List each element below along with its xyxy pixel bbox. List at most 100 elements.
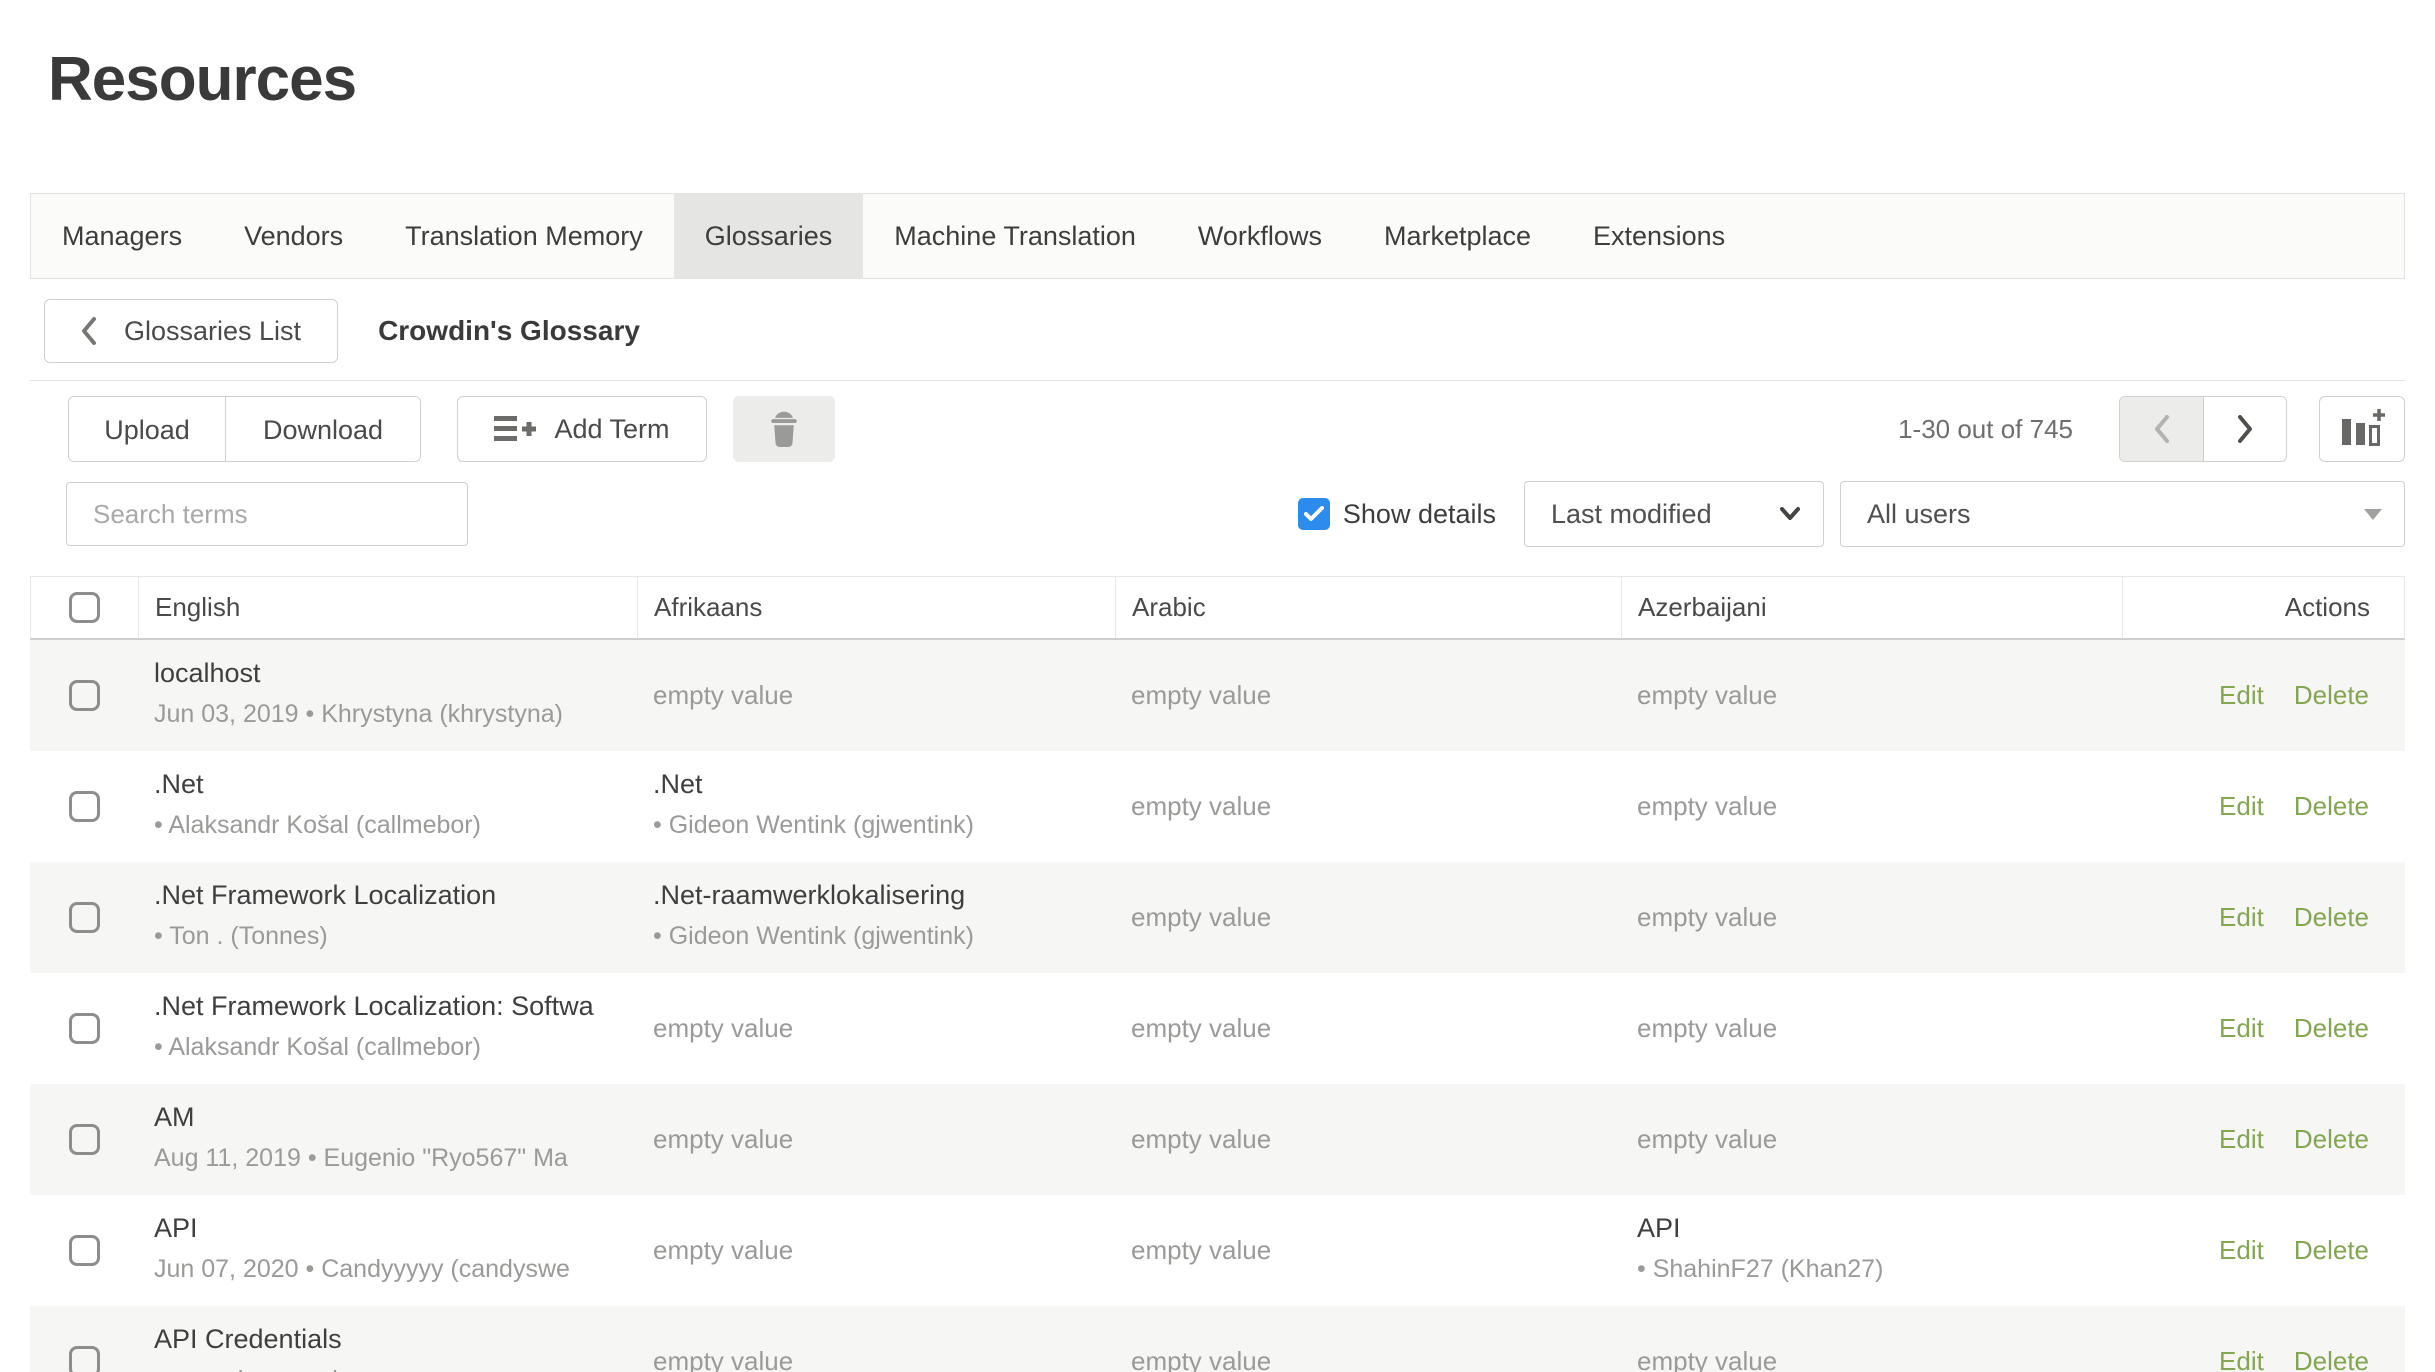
- table-header: English Afrikaans Arabic Azerbaijani Act…: [30, 576, 2405, 640]
- edit-link[interactable]: Edit: [2219, 680, 2264, 711]
- row-checkbox[interactable]: [69, 680, 100, 711]
- row-checkbox[interactable]: [69, 902, 100, 933]
- cell-arabic: empty value: [1115, 640, 1621, 751]
- term-meta: • powerburner-nl: [154, 1365, 621, 1372]
- table-row: localhost Jun 03, 2019 • Khrystyna (khry…: [30, 640, 2405, 751]
- edit-link[interactable]: Edit: [2219, 1124, 2264, 1155]
- row-checkbox[interactable]: [69, 1124, 100, 1155]
- header-checkbox-cell: [31, 577, 139, 638]
- tab-glossaries[interactable]: Glossaries: [674, 194, 864, 278]
- users-select[interactable]: All users: [1840, 481, 2405, 547]
- term-text: .Net: [653, 768, 1099, 800]
- add-term-button[interactable]: Add Term: [457, 396, 707, 462]
- chevron-left-icon: [81, 316, 97, 346]
- cell-afrikaans: empty value: [637, 640, 1115, 751]
- tab-managers[interactable]: Managers: [31, 194, 213, 278]
- cell-english: .Net Framework Localization: Softwa • Al…: [138, 973, 637, 1084]
- cell-azerbaijani: empty value: [1621, 1306, 2122, 1372]
- edit-link[interactable]: Edit: [2219, 1013, 2264, 1044]
- table-row: AM Aug 11, 2019 • Eugenio "Ryo567" Ma em…: [30, 1084, 2405, 1195]
- cell-afrikaans: .Net-raamwerklokalisering • Gideon Wenti…: [637, 862, 1115, 973]
- term-meta: • Ton . (Tonnes): [154, 921, 621, 951]
- upload-download-group: Upload Download: [68, 396, 421, 462]
- delete-selected-button[interactable]: [733, 396, 835, 462]
- pager: [2119, 396, 2287, 462]
- chevron-left-icon: [2153, 413, 2171, 445]
- sort-select-value: Last modified: [1551, 499, 1712, 530]
- cell-actions: Edit Delete: [2122, 1195, 2405, 1306]
- term-text: API Credentials: [154, 1323, 621, 1355]
- add-term-icon: [494, 414, 538, 444]
- cell-arabic: empty value: [1115, 1195, 1621, 1306]
- delete-link[interactable]: Delete: [2294, 1013, 2369, 1044]
- term-text: .Net Framework Localization: Softwa: [154, 990, 621, 1022]
- tab-workflows[interactable]: Workflows: [1167, 194, 1353, 278]
- download-button[interactable]: Download: [225, 397, 420, 462]
- cell-english: API Credentials • powerburner-nl: [138, 1306, 637, 1372]
- row-checkbox[interactable]: [69, 1235, 100, 1266]
- tab-vendors[interactable]: Vendors: [213, 194, 374, 278]
- cell-arabic: empty value: [1115, 751, 1621, 862]
- cell-arabic: empty value: [1115, 973, 1621, 1084]
- cell-arabic: empty value: [1115, 1084, 1621, 1195]
- show-details-label: Show details: [1343, 499, 1496, 530]
- tab-machine-translation[interactable]: Machine Translation: [863, 194, 1167, 278]
- chevron-right-icon: [2236, 413, 2254, 445]
- row-checkbox[interactable]: [69, 791, 100, 822]
- delete-link[interactable]: Delete: [2294, 1124, 2369, 1155]
- row-checkbox[interactable]: [69, 1346, 100, 1372]
- glossary-table: English Afrikaans Arabic Azerbaijani Act…: [30, 576, 2405, 1372]
- edit-link[interactable]: Edit: [2219, 902, 2264, 933]
- cell-english: .Net • Alaksandr Košal (callmebor): [138, 751, 637, 862]
- cell-azerbaijani: empty value: [1621, 751, 2122, 862]
- upload-button[interactable]: Upload: [69, 397, 225, 462]
- pagination-info: 1-30 out of 745: [1898, 414, 2073, 445]
- term-text: API: [1637, 1212, 2106, 1244]
- cell-afrikaans: empty value: [637, 1306, 1115, 1372]
- cell-arabic: empty value: [1115, 862, 1621, 973]
- edit-link[interactable]: Edit: [2219, 791, 2264, 822]
- tab-translation-memory[interactable]: Translation Memory: [374, 194, 674, 278]
- next-page-button[interactable]: [2203, 397, 2286, 461]
- edit-link[interactable]: Edit: [2219, 1346, 2264, 1372]
- show-details-checkbox[interactable]: [1298, 498, 1330, 530]
- triangle-down-icon: [2364, 509, 2382, 520]
- term-meta: • Gideon Wentink (gjwentink): [653, 921, 1099, 951]
- table-row: API Credentials • powerburner-nl empty v…: [30, 1306, 2405, 1372]
- cell-english: localhost Jun 03, 2019 • Khrystyna (khry…: [138, 640, 637, 751]
- cell-azerbaijani: empty value: [1621, 1084, 2122, 1195]
- edit-link[interactable]: Edit: [2219, 1235, 2264, 1266]
- cell-afrikaans: empty value: [637, 1084, 1115, 1195]
- delete-link[interactable]: Delete: [2294, 1235, 2369, 1266]
- filters-right: Show details Last modified All users: [1298, 481, 2405, 547]
- delete-link[interactable]: Delete: [2294, 680, 2369, 711]
- row-checkbox[interactable]: [69, 1013, 100, 1044]
- term-text: AM: [154, 1101, 621, 1133]
- term-meta: • ShahinF27 (Khan27): [1637, 1254, 2106, 1284]
- tab-marketplace[interactable]: Marketplace: [1353, 194, 1562, 278]
- select-all-checkbox[interactable]: [69, 592, 100, 623]
- trash-icon: [766, 409, 802, 449]
- manage-columns-button[interactable]: [2319, 396, 2405, 462]
- table-row: .Net Framework Localization • Ton . (Ton…: [30, 862, 2405, 973]
- term-meta: • Alaksandr Košal (callmebor): [154, 810, 621, 840]
- cell-azerbaijani: API • ShahinF27 (Khan27): [1621, 1195, 2122, 1306]
- table-row: .Net • Alaksandr Košal (callmebor) .Net …: [30, 751, 2405, 862]
- cell-azerbaijani: empty value: [1621, 640, 2122, 751]
- delete-link[interactable]: Delete: [2294, 791, 2369, 822]
- resources-page: Resources Managers Vendors Translation M…: [0, 44, 2435, 1372]
- cell-english: AM Aug 11, 2019 • Eugenio "Ryo567" Ma: [138, 1084, 637, 1195]
- tab-extensions[interactable]: Extensions: [1562, 194, 1756, 278]
- search-input[interactable]: [66, 482, 468, 546]
- cell-actions: Edit Delete: [2122, 973, 2405, 1084]
- sort-select[interactable]: Last modified: [1524, 481, 1824, 547]
- prev-page-button[interactable]: [2120, 397, 2203, 461]
- cell-azerbaijani: empty value: [1621, 862, 2122, 973]
- chevron-down-icon: [1779, 507, 1801, 521]
- cell-arabic: empty value: [1115, 1306, 1621, 1372]
- delete-link[interactable]: Delete: [2294, 1346, 2369, 1372]
- glossaries-list-back-button[interactable]: Glossaries List: [44, 299, 338, 363]
- delete-link[interactable]: Delete: [2294, 902, 2369, 933]
- term-text: localhost: [154, 657, 621, 689]
- cell-actions: Edit Delete: [2122, 1084, 2405, 1195]
